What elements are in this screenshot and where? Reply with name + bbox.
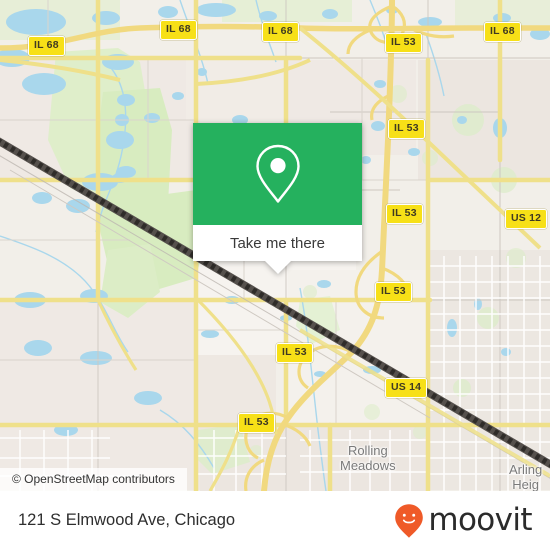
moovit-brand[interactable]: moovit	[394, 502, 533, 539]
callout-icon-area	[193, 123, 362, 225]
place-label-rolling-meadows: Rolling Meadows	[340, 443, 396, 473]
address-label: 121 S Elmwood Ave, Chicago	[18, 511, 236, 529]
highway-shield[interactable]: US 14	[385, 378, 428, 398]
highway-shield[interactable]: IL 68	[28, 36, 65, 56]
highway-shield[interactable]: IL 53	[385, 33, 422, 53]
moovit-pin-smiley-icon	[395, 503, 424, 538]
highway-shield[interactable]: IL 68	[262, 22, 299, 42]
highway-shield[interactable]: IL 68	[160, 20, 197, 40]
location-callout[interactable]: Take me there	[193, 123, 362, 274]
highway-shield[interactable]: US 12	[505, 209, 548, 229]
highway-shield[interactable]: IL 53	[238, 413, 275, 433]
take-me-there-label: Take me there	[229, 234, 326, 252]
callout-pointer	[264, 261, 291, 274]
place-label-arlington-heights: Arling Heig	[509, 462, 543, 491]
map-pin-icon	[255, 144, 300, 203]
highway-shield[interactable]: IL 53	[276, 343, 313, 363]
map-attribution[interactable]: © OpenStreetMap contributors	[0, 468, 187, 491]
highway-shield[interactable]: IL 53	[388, 119, 425, 139]
place-label-line: Heig	[512, 476, 539, 491]
place-label-line: Meadows	[340, 457, 396, 473]
map-screenshot-root: IL 68 IL 68 IL 68 IL 68 IL 53 IL 53 IL 5…	[0, 0, 550, 550]
highway-shield[interactable]: IL 68	[484, 22, 521, 42]
place-label-line: Rolling	[347, 443, 388, 458]
map-canvas[interactable]: IL 68 IL 68 IL 68 IL 68 IL 53 IL 53 IL 5…	[0, 0, 550, 491]
place-label-line: Arling	[509, 462, 543, 477]
highway-shield[interactable]: IL 53	[375, 282, 412, 302]
moovit-wordmark: moovit	[428, 502, 532, 538]
footer-bar: 121 S Elmwood Ave, Chicago moovit	[0, 491, 550, 550]
callout-action-area[interactable]: Take me there	[193, 225, 362, 261]
highway-shield[interactable]: IL 53	[386, 204, 423, 224]
